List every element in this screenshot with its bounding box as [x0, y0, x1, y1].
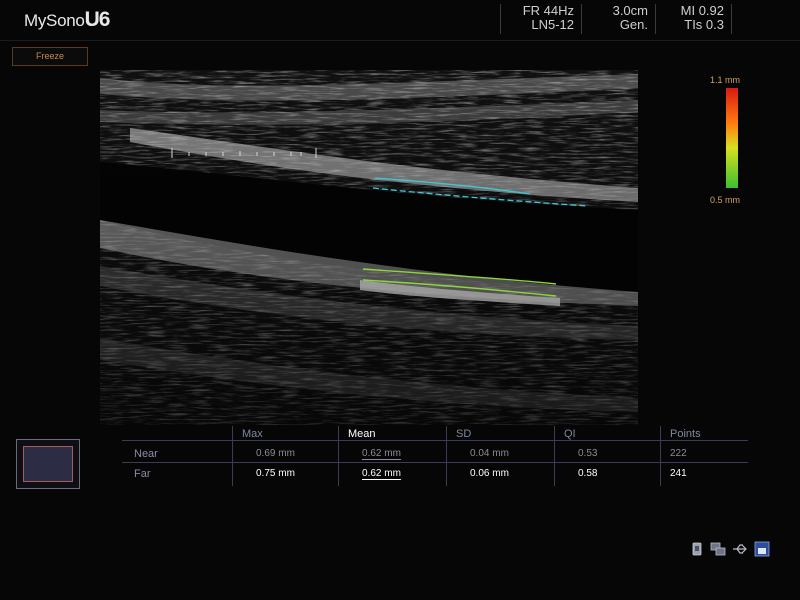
header-max[interactable]: Max — [242, 428, 263, 440]
logo-model: U6 — [84, 8, 111, 31]
near-max: 0.69 mm — [256, 448, 295, 459]
probe-status-icon — [692, 542, 702, 556]
thumbnail-preview — [23, 446, 73, 482]
table-header: Max Mean SD QI Points — [122, 426, 748, 446]
frame-probe-info: FR 44Hz LN5-12 — [510, 4, 574, 32]
table-row-near[interactable]: Near 0.69 mm 0.62 mm 0.04 mm 0.53 222 — [122, 446, 748, 466]
far-max: 0.75 mm — [256, 468, 295, 479]
storage-icon — [754, 541, 770, 557]
network-icon — [710, 542, 726, 556]
row-label: Far — [134, 468, 151, 480]
near-points: 222 — [670, 448, 687, 459]
header-mean[interactable]: Mean — [348, 428, 376, 440]
depth-value: 3.0cm — [612, 3, 648, 18]
image-thumbnail[interactable] — [16, 439, 80, 489]
near-mean: 0.62 mm — [362, 448, 401, 459]
freeze-button[interactable]: Freeze — [12, 47, 88, 66]
row-label: Near — [134, 448, 158, 460]
column-divider — [660, 426, 661, 486]
table-row-far[interactable]: Far 0.75 mm 0.62 mm 0.06 mm 0.58 241 — [122, 466, 748, 486]
far-points: 241 — [670, 468, 687, 479]
header-qi[interactable]: QI — [564, 428, 576, 440]
mysono-logo: MySonoU6 — [24, 8, 111, 32]
usb-icon — [733, 544, 747, 554]
table-divider — [122, 440, 748, 441]
column-divider — [338, 426, 339, 486]
mechanical-index: MI 0.92 — [680, 3, 724, 18]
depth-mode-info: 3.0cm Gen. — [590, 4, 648, 32]
header-divider — [581, 4, 582, 34]
column-divider — [232, 426, 233, 486]
near-qi: 0.53 — [578, 448, 598, 459]
thickness-color-scale — [726, 88, 738, 188]
probe-name: LN5-12 — [531, 17, 574, 32]
far-sd: 0.06 mm — [470, 468, 509, 479]
header-bottom-line — [0, 40, 800, 41]
table-divider — [122, 462, 748, 463]
header-divider — [655, 4, 656, 34]
ultrasound-screen: MySonoU6 FR 44Hz LN5-12 3.0cm Gen. MI 0.… — [0, 0, 800, 600]
frame-rate: FR 44Hz — [522, 3, 574, 18]
scale-max-label: 1.1 mm — [709, 75, 740, 85]
header-points[interactable]: Points — [670, 428, 701, 440]
column-divider — [446, 426, 447, 486]
thermal-index: TIs 0.3 — [684, 17, 724, 32]
logo-text: MySono — [24, 11, 85, 30]
imt-measurement-table: Max Mean SD QI Points Near 0.69 mm 0.62 … — [122, 426, 748, 486]
ultrasound-image-canvas — [100, 70, 638, 425]
status-icon-bar — [688, 540, 774, 560]
safety-index-info: MI 0.92 TIs 0.3 — [662, 4, 724, 32]
header-sd[interactable]: SD — [456, 428, 471, 440]
imaging-mode: Gen. — [619, 17, 648, 32]
far-mean: 0.62 mm — [362, 468, 401, 479]
column-divider — [554, 426, 555, 486]
header-divider — [731, 4, 732, 34]
ultrasound-image[interactable] — [100, 70, 638, 425]
far-qi: 0.58 — [578, 468, 598, 479]
scale-min-label: 0.5 mm — [709, 195, 740, 205]
near-sd: 0.04 mm — [470, 448, 509, 459]
header-divider — [500, 4, 501, 34]
